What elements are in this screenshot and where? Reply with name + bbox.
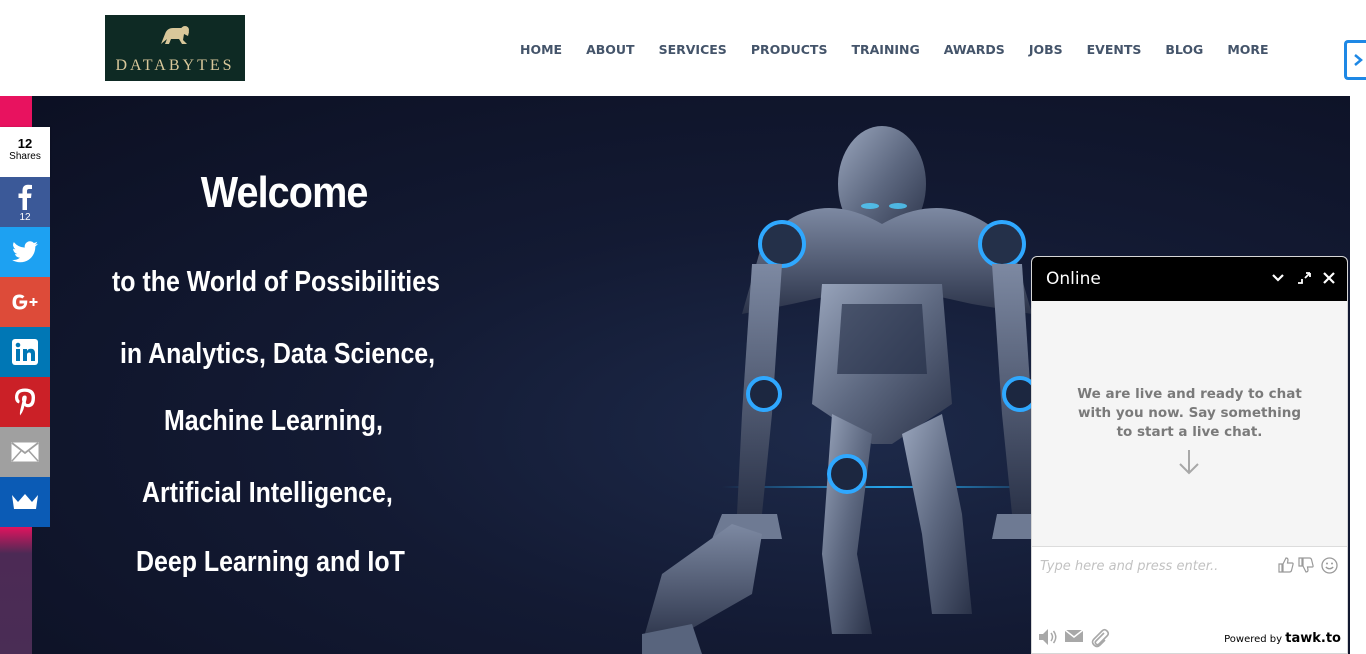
share-facebook-button[interactable]: 12	[0, 177, 50, 227]
facebook-share-count: 12	[19, 212, 31, 223]
live-chat-widget: Online We are live and ready to chat wit…	[1031, 256, 1348, 654]
twitter-icon	[12, 241, 38, 263]
hero-title: Welcome	[200, 168, 369, 217]
share-pinterest-button[interactable]	[0, 377, 50, 427]
chevron-icon	[1354, 54, 1363, 66]
linkedin-icon	[12, 339, 38, 365]
attachment-icon[interactable]	[1090, 628, 1110, 648]
main-nav: HOME ABOUT SERVICES PRODUCTS TRAINING AW…	[520, 42, 1293, 57]
nav-more[interactable]: MORE	[1227, 42, 1268, 57]
share-twitter-button[interactable]	[0, 227, 50, 277]
nav-jobs[interactable]: JOBS	[1029, 42, 1063, 57]
nav-training[interactable]: TRAINING	[851, 42, 919, 57]
social-share-bar: 12 Shares 12	[0, 127, 50, 527]
page: DATABYTES HOME ABOUT SERVICES PRODUCTS T…	[0, 0, 1366, 654]
nav-events[interactable]: EVENTS	[1087, 42, 1142, 57]
hero-line-4: Artificial Intelligence,	[142, 477, 393, 509]
right-margin	[1350, 96, 1366, 654]
share-count-label: Shares	[9, 151, 41, 162]
share-counter: 12 Shares	[0, 127, 50, 177]
popout-icon[interactable]	[1297, 270, 1311, 286]
site-header: DATABYTES HOME ABOUT SERVICES PRODUCTS T…	[0, 0, 1366, 96]
share-email-button[interactable]	[0, 427, 50, 477]
sound-icon[interactable]	[1038, 628, 1058, 646]
chat-message-area: We are live and ready to chat with you n…	[1032, 301, 1347, 546]
close-icon[interactable]	[1322, 270, 1336, 286]
nav-services[interactable]: SERVICES	[659, 42, 727, 57]
hero-line-2: in Analytics, Data Science,	[120, 338, 436, 370]
share-count-value: 12	[17, 136, 33, 151]
chat-input[interactable]	[1040, 555, 1270, 577]
arrow-down-icon	[1179, 450, 1199, 475]
site-logo[interactable]: DATABYTES	[105, 15, 245, 81]
email-icon	[11, 442, 39, 462]
chat-header[interactable]: Online	[1032, 257, 1347, 301]
thumbs-up-icon[interactable]	[1278, 557, 1294, 573]
minimize-chevron-icon[interactable]	[1271, 270, 1285, 286]
share-linkedin-button[interactable]	[0, 327, 50, 377]
pinterest-icon	[15, 388, 35, 416]
hero-line-1: to the World of Possibilities	[112, 266, 440, 298]
hero-line-5: Deep Learning and IoT	[136, 546, 405, 578]
nav-home[interactable]: HOME	[520, 42, 562, 57]
robot-image	[642, 126, 1052, 654]
hero-line-3: Machine Learning,	[164, 405, 383, 437]
nav-about[interactable]: ABOUT	[586, 42, 635, 57]
crown-icon	[12, 494, 38, 509]
thumbs-down-icon[interactable]	[1298, 557, 1314, 573]
lion-logo-icon	[161, 26, 189, 44]
nav-products[interactable]: PRODUCTS	[751, 42, 828, 57]
emoji-icon[interactable]	[1321, 557, 1338, 574]
nav-awards[interactable]: AWARDS	[944, 42, 1005, 57]
tawk-brand: tawk.to	[1285, 631, 1341, 646]
powered-by-label[interactable]: Powered by tawk.to	[1224, 631, 1341, 646]
google-plus-icon	[12, 294, 38, 310]
sumo-share-button[interactable]	[0, 477, 50, 527]
email-transcript-icon[interactable]	[1064, 628, 1084, 644]
share-google-plus-button[interactable]	[0, 277, 50, 327]
chat-composer: Powered by tawk.to	[1032, 546, 1347, 653]
chat-status-label: Online	[1046, 269, 1101, 289]
facebook-icon	[18, 184, 32, 210]
chat-welcome-message: We are live and ready to chat with you n…	[1077, 386, 1302, 440]
logo-text: DATABYTES	[115, 57, 235, 74]
nav-blog[interactable]: BLOG	[1165, 42, 1203, 57]
powered-by-text: Powered by	[1224, 634, 1283, 645]
side-feedback-tab[interactable]	[1344, 40, 1366, 80]
